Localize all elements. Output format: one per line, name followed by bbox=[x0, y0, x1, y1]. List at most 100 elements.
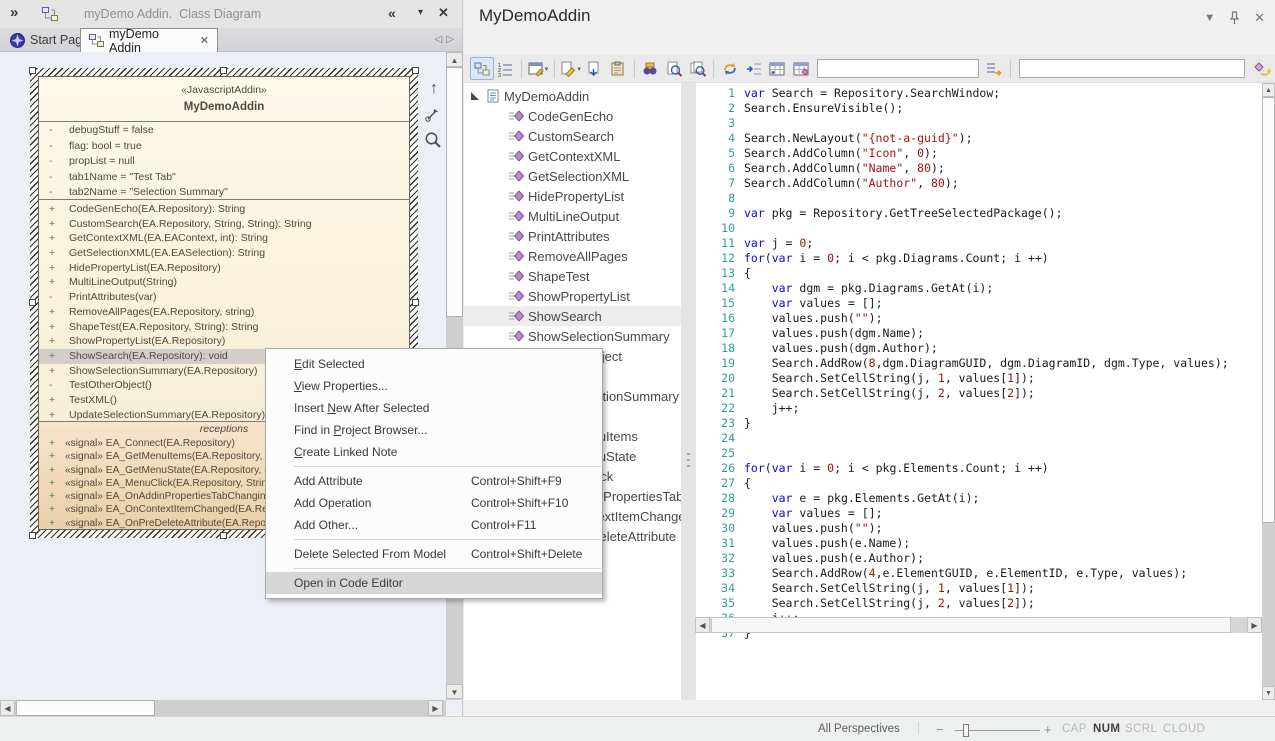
tree-root-mydemoaddin[interactable]: MyDemoAddin bbox=[464, 86, 681, 106]
attribute-row[interactable]: -propList = null bbox=[39, 154, 409, 170]
tab-close-icon[interactable]: ✕ bbox=[200, 34, 209, 47]
code-line[interactable]: 13{ bbox=[696, 266, 1262, 281]
menu-item-add-operation[interactable]: Add OperationControl+Shift+F10 bbox=[266, 492, 602, 514]
code-line[interactable]: 33 Search.AddRow(4,e.ElementGUID, e.Elem… bbox=[696, 566, 1262, 581]
status-indicator-scrl[interactable]: SCRL bbox=[1125, 723, 1157, 735]
expanded-twistie-icon[interactable] bbox=[471, 92, 479, 100]
code-line[interactable]: 31 values.push(e.Name); bbox=[696, 536, 1262, 551]
code-line[interactable]: 9var pkg = Repository.GetTreeSelectedPac… bbox=[696, 206, 1262, 221]
search-document-button[interactable] bbox=[662, 57, 686, 80]
insert-row-button[interactable] bbox=[742, 57, 766, 80]
copy-document-button[interactable] bbox=[582, 57, 606, 80]
resize-handle-s[interactable] bbox=[220, 532, 227, 539]
code-line[interactable]: 35 Search.SetCellString(j, 2, values[2])… bbox=[696, 596, 1262, 611]
code-line[interactable]: 8 bbox=[696, 191, 1262, 206]
find-in-browser-button[interactable] bbox=[639, 57, 663, 80]
scroll-right-icon[interactable]: ▶ bbox=[1247, 617, 1262, 633]
menu-item-add-attribute[interactable]: Add AttributeControl+Shift+F9 bbox=[266, 470, 602, 492]
code-line[interactable]: 19 Search.AddRow(8,dgm.DiagramGUID, dgm.… bbox=[696, 356, 1262, 371]
code-line[interactable]: 34 Search.SetCellString(j, 1, values[1])… bbox=[696, 581, 1262, 596]
operation-row[interactable]: +ShapeTest(EA.Repository, String): Strin… bbox=[39, 320, 409, 335]
attribute-row[interactable]: -flag: bool = true bbox=[39, 139, 409, 155]
tree-item-getselectionxml[interactable]: GetSelectionXML bbox=[464, 166, 681, 186]
vertical-scroll-thumb[interactable] bbox=[1262, 97, 1275, 523]
code-line[interactable]: 24 bbox=[696, 431, 1262, 446]
attribute-row[interactable]: -debugStuff = false bbox=[39, 123, 409, 139]
code-line[interactable]: 23} bbox=[696, 416, 1262, 431]
menu-item-find-in-project-browser[interactable]: Find in Project Browser... bbox=[266, 419, 602, 441]
code-line[interactable]: 11var j = 0; bbox=[696, 236, 1262, 251]
scroll-right-icon[interactable]: ▶ bbox=[428, 700, 443, 716]
code-line[interactable]: 14 var dgm = pkg.Diagrams.GetAt(i); bbox=[696, 281, 1262, 296]
code-line[interactable]: 7Search.AddColumn("Author", 80); bbox=[696, 176, 1262, 191]
code-line[interactable]: 18 values.push(dgm.Author); bbox=[696, 341, 1262, 356]
menu-item-add-other[interactable]: Add Other...Control+F11 bbox=[266, 514, 602, 536]
operation-row[interactable]: +MultiLineOutput(String) bbox=[39, 275, 409, 290]
search-files-button[interactable] bbox=[686, 57, 710, 80]
perspective-selector[interactable]: All Perspectives bbox=[818, 723, 900, 735]
code-line[interactable]: 3 bbox=[696, 116, 1262, 131]
table-blue-button[interactable] bbox=[766, 57, 790, 80]
tree-item-codegenecho[interactable]: CodeGenEcho bbox=[464, 106, 681, 126]
status-indicator-cloud[interactable]: CLOUD bbox=[1163, 723, 1205, 735]
scroll-up-icon[interactable]: ▲ bbox=[446, 52, 463, 67]
code-line[interactable]: 10 bbox=[696, 221, 1262, 236]
code-line[interactable]: 27{ bbox=[696, 476, 1262, 491]
tree-item-customsearch[interactable]: CustomSearch bbox=[464, 126, 681, 146]
pin-icon[interactable] bbox=[1229, 11, 1240, 25]
tree-item-removeallpages[interactable]: RemoveAllPages bbox=[464, 246, 681, 266]
run-search-button[interactable] bbox=[1251, 57, 1275, 80]
quicklink-icon[interactable] bbox=[424, 106, 444, 123]
tree-item-printattributes[interactable]: PrintAttributes bbox=[464, 226, 681, 246]
code-line[interactable]: 20 Search.SetCellString(j, 1, values[1])… bbox=[696, 371, 1262, 386]
tree-item-showsearch[interactable]: ShowSearch bbox=[464, 306, 681, 326]
code-line[interactable]: 21 Search.SetCellString(j, 2, values[2])… bbox=[696, 386, 1262, 401]
code-line[interactable]: 16 values.push(""); bbox=[696, 311, 1262, 326]
refresh-button[interactable] bbox=[718, 57, 742, 80]
pane-splitter[interactable] bbox=[681, 83, 696, 700]
code-line[interactable]: 12for(var i = 0; i < pkg.Diagrams.Count;… bbox=[696, 251, 1262, 266]
operation-row[interactable]: +CustomSearch(EA.Repository, String, Str… bbox=[39, 217, 409, 232]
collapse-left-icon[interactable]: « bbox=[388, 5, 396, 21]
attribute-row[interactable]: -tab1Name = "Test Tab" bbox=[39, 170, 409, 186]
code-line[interactable]: 5Search.AddColumn("Icon", 0); bbox=[696, 146, 1262, 161]
operation-row[interactable]: +GetContextXML(EA.EAContext, int): Strin… bbox=[39, 231, 409, 246]
status-indicator-num[interactable]: NUM bbox=[1093, 723, 1120, 735]
menu-item-open-in-code-editor[interactable]: Open in Code Editor bbox=[266, 572, 602, 594]
tree-item-hidepropertylist[interactable]: HidePropertyList bbox=[464, 186, 681, 206]
operation-row[interactable]: +CodeGenEcho(EA.Repository): String bbox=[39, 202, 409, 217]
tree-item-multilineoutput[interactable]: MultiLineOutput bbox=[464, 206, 681, 226]
splitter-grip-icon[interactable] bbox=[687, 453, 690, 469]
code-line[interactable]: 4Search.NewLayout("{not-a-guid}"); bbox=[696, 131, 1262, 146]
element-tree-button[interactable] bbox=[470, 57, 494, 80]
scroll-left-icon[interactable]: ◀ bbox=[695, 617, 710, 633]
code-line[interactable]: 28 var e = pkg.Elements.GetAt(i); bbox=[696, 491, 1262, 506]
chevron-down-icon[interactable]: ▼ bbox=[1204, 12, 1215, 24]
zoom-slider[interactable] bbox=[963, 724, 969, 737]
code-line[interactable]: 30 values.push(""); bbox=[696, 521, 1262, 536]
operation-row[interactable]: -PrintAttributes(var) bbox=[39, 290, 409, 305]
code-line[interactable]: 26for(var i = 0; i < pkg.Elements.Count;… bbox=[696, 461, 1262, 476]
resize-handle-ne[interactable] bbox=[412, 67, 419, 74]
zoom-icon[interactable] bbox=[424, 131, 444, 149]
paste-note-button[interactable] bbox=[606, 57, 630, 80]
vertical-scroll-thumb[interactable] bbox=[446, 67, 463, 317]
diagram-horizontal-scrollbar[interactable]: ◀ ▶ bbox=[0, 700, 446, 716]
scroll-down-icon[interactable]: ▼ bbox=[446, 684, 463, 699]
filter-input[interactable] bbox=[817, 59, 979, 78]
code-line[interactable]: 29 var values = []; bbox=[696, 506, 1262, 521]
status-indicator-cap[interactable]: CAP bbox=[1062, 723, 1087, 735]
scroll-up-icon[interactable]: ▲ bbox=[1262, 83, 1275, 97]
properties-window-button[interactable]: ▾ bbox=[526, 57, 550, 80]
tree-item-showselectionsummary[interactable]: ShowSelectionSummary bbox=[464, 326, 681, 346]
expand-panel-icon[interactable]: » bbox=[10, 4, 18, 21]
code-line[interactable]: 6Search.AddColumn("Name", 80); bbox=[696, 161, 1262, 176]
menu-item-edit-selected[interactable]: Edit Selected bbox=[266, 353, 602, 375]
menu-item-insert-new-after-selected[interactable]: Insert New After Selected bbox=[266, 397, 602, 419]
resize-handle-w[interactable] bbox=[29, 299, 36, 306]
resize-handle-e[interactable] bbox=[412, 299, 419, 306]
search-input[interactable] bbox=[1019, 59, 1245, 78]
code-line[interactable]: 32 values.push(e.Author); bbox=[696, 551, 1262, 566]
close-icon[interactable]: ✕ bbox=[1254, 10, 1265, 26]
code-line[interactable]: 1var Search = Repository.SearchWindow; bbox=[696, 86, 1262, 101]
